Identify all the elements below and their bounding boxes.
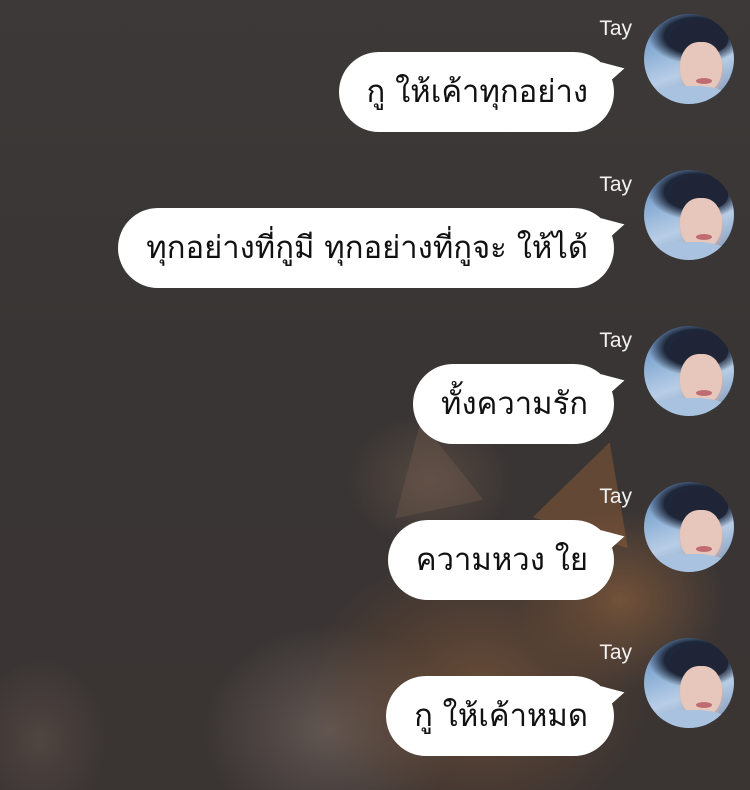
message-bubble[interactable]: กู ให้เค้าทุกอย่าง xyxy=(338,52,628,132)
avatar-collar xyxy=(652,554,726,572)
message-text: กู ให้เค้าทุกอย่าง xyxy=(366,74,588,110)
message-bubble[interactable]: ทุกอย่างที่กูมี ทุกอย่างที่กูจะ ให้ได้ xyxy=(118,208,628,288)
sender-name: Tay xyxy=(599,641,632,664)
avatar-collar xyxy=(652,710,726,728)
message-list: Tay กู ให้เค้าทุกอย่าง Tay ทุกอย่างที่กู… xyxy=(0,0,750,790)
bubble-tail xyxy=(600,523,628,551)
message: Tay ทุกอย่างที่กูมี ทุกอย่างที่กูจะ ให้ไ… xyxy=(0,170,750,290)
sender-name: Tay xyxy=(599,17,632,40)
avatar[interactable] xyxy=(644,14,734,104)
avatar-lips xyxy=(696,546,712,552)
bubble-tail xyxy=(600,55,628,83)
message: Tay ทั้งความรัก xyxy=(0,326,750,446)
message-bubble[interactable]: ทั้งความรัก xyxy=(413,364,628,444)
avatar[interactable] xyxy=(644,326,734,416)
sender-name: Tay xyxy=(599,173,632,196)
avatar[interactable] xyxy=(644,170,734,260)
message-bubble[interactable]: ความหวง ใย xyxy=(387,520,628,600)
message: Tay กู ให้เค้าหมด xyxy=(0,638,750,758)
avatar-collar xyxy=(652,398,726,416)
avatar-lips xyxy=(696,390,712,396)
avatar[interactable] xyxy=(644,638,734,728)
avatar-collar xyxy=(652,242,726,260)
message-text: ทุกอย่างที่กูมี ทุกอย่างที่กูจะ ให้ได้ xyxy=(146,230,588,266)
bubble-tail xyxy=(600,211,628,239)
bubble-tail xyxy=(600,367,628,395)
message: Tay กู ให้เค้าทุกอย่าง xyxy=(0,14,750,134)
message-text: ความหวง ใย xyxy=(415,542,588,578)
bubble-tail xyxy=(600,679,628,707)
message-bubble[interactable]: กู ให้เค้าหมด xyxy=(386,676,628,756)
sender-name: Tay xyxy=(599,329,632,352)
message-text: กู ให้เค้าหมด xyxy=(414,698,588,734)
avatar-lips xyxy=(696,234,712,240)
avatar-collar xyxy=(652,86,726,104)
avatar[interactable] xyxy=(644,482,734,572)
avatar-lips xyxy=(696,78,712,84)
message: Tay ความหวง ใย xyxy=(0,482,750,602)
sender-name: Tay xyxy=(599,485,632,508)
avatar-lips xyxy=(696,702,712,708)
message-text: ทั้งความรัก xyxy=(441,386,588,422)
